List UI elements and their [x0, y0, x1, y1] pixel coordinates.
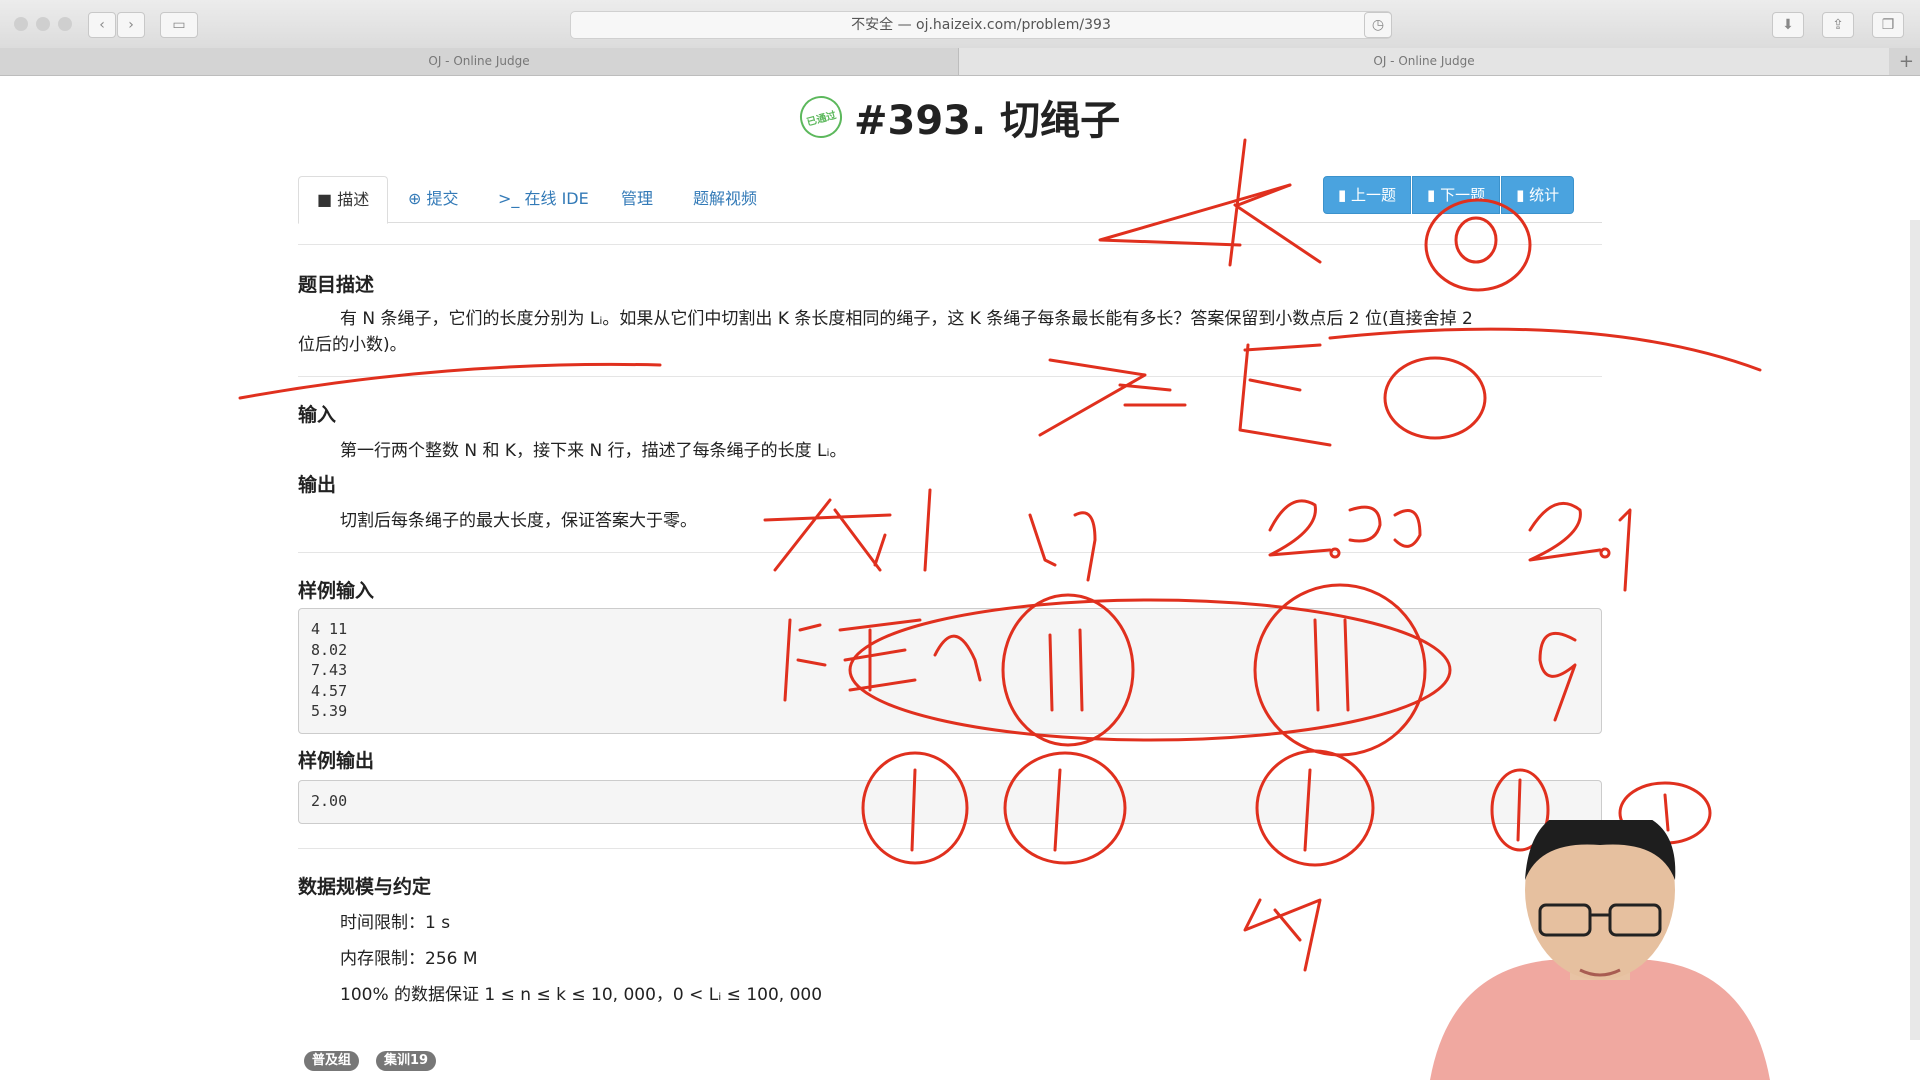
- output-text: 切割后每条绳子的最大长度，保证答案大于零。: [340, 511, 697, 531]
- insecure-label: 不安全 —: [851, 17, 912, 33]
- tab-description[interactable]: ■ 描述: [298, 176, 389, 224]
- tab-manage[interactable]: 管理: [621, 176, 653, 222]
- tab-online-ide[interactable]: >_ 在线 IDE: [498, 176, 589, 222]
- code-line: 4.57: [311, 681, 348, 700]
- scrollbar[interactable]: [1910, 220, 1920, 1040]
- sample-output-block[interactable]: 2.00: [298, 780, 1602, 824]
- tab-submit[interactable]: ⊕ 提交: [408, 176, 459, 222]
- time-limit: 时间限制：1 s: [340, 913, 451, 933]
- browser-toolbar: ‹ › ▭ 不安全 — oj.haizeix.com/problem/393 ↻…: [0, 0, 1920, 49]
- share-icon[interactable]: ⇪: [1822, 12, 1854, 38]
- zoom-window-icon[interactable]: [58, 17, 72, 31]
- description-line-1: 有 N 条绳子，它们的长度分别为 Lᵢ。如果从它们中切割出 K 条长度相同的绳子…: [340, 309, 1473, 329]
- divider: [298, 244, 1602, 245]
- divider: [298, 848, 1602, 849]
- divider: [298, 376, 1602, 377]
- download-icon[interactable]: ⬇: [1772, 12, 1804, 38]
- browser-tab-2[interactable]: OJ - Online Judge: [959, 48, 1889, 75]
- bar-chart-icon: ▮: [1427, 186, 1441, 204]
- url-text: oj.haizeix.com/problem/393: [916, 17, 1111, 33]
- tab-solution-video[interactable]: 题解视频: [693, 176, 757, 222]
- presenter-video: [1430, 820, 1770, 1080]
- divider: [298, 552, 1602, 553]
- input-text: 第一行两个整数 N 和 K，接下来 N 行，描述了每条绳子的长度 Lᵢ。: [340, 441, 847, 461]
- sidebar-icon[interactable]: ▭: [160, 12, 198, 38]
- address-bar[interactable]: 不安全 — oj.haizeix.com/problem/393 ↻: [570, 11, 1392, 39]
- code-line: 7.43: [311, 661, 348, 679]
- terminal-icon: >_: [498, 189, 525, 208]
- output-heading: 输出: [298, 474, 337, 496]
- close-window-icon[interactable]: [14, 17, 28, 31]
- history-icon[interactable]: ◷: [1364, 12, 1392, 38]
- solved-badge: 已通过: [795, 91, 847, 143]
- book-icon: ■: [317, 190, 338, 209]
- code-line: 8.02: [311, 640, 348, 659]
- sample-output-heading: 样例输出: [298, 750, 375, 772]
- tag-training[interactable]: 集训19: [376, 1051, 437, 1071]
- tag-popularization[interactable]: 普及组: [304, 1051, 360, 1071]
- description-heading: 题目描述: [298, 274, 375, 296]
- problem-nav-buttons: ▮ 上一题 ▮ 下一题 ▮ 统计: [1322, 176, 1575, 214]
- statistics-button[interactable]: ▮ 统计: [1501, 176, 1575, 214]
- code-line: 2.00: [311, 792, 348, 810]
- minimize-window-icon[interactable]: [36, 17, 50, 31]
- upload-icon: ⊕: [408, 189, 427, 208]
- data-range: 100% 的数据保证 1 ≤ n ≤ k ≤ 10, 000，0 < Lᵢ ≤ …: [340, 985, 823, 1005]
- description-line-2: 位后的小数)。: [298, 335, 407, 355]
- prev-problem-button[interactable]: ▮ 上一题: [1323, 176, 1412, 214]
- next-problem-button[interactable]: ▮ 下一题: [1412, 176, 1501, 214]
- problem-title: #393. 切绳子: [854, 98, 1121, 144]
- bar-chart-icon: ▮: [1338, 186, 1352, 204]
- code-line: 4 11: [311, 620, 348, 638]
- browser-tabbar: OJ - Online Judge OJ - Online Judge +: [0, 48, 1920, 76]
- new-tab-icon[interactable]: +: [1899, 48, 1914, 75]
- code-line: 5.39: [311, 702, 348, 720]
- forward-arrow-icon[interactable]: ›: [117, 12, 145, 38]
- limits-heading: 数据规模与约定: [298, 876, 432, 898]
- bar-chart-icon: ▮: [1516, 186, 1530, 204]
- back-arrow-icon[interactable]: ‹: [88, 12, 116, 38]
- sample-input-block[interactable]: 4 11 8.02 7.43 4.57 5.39: [298, 608, 1602, 734]
- input-heading: 输入: [298, 404, 337, 426]
- sample-input-heading: 样例输入: [298, 580, 375, 602]
- memory-limit: 内存限制：256 M: [340, 949, 478, 969]
- page-title: 已通过 #393. 切绳子: [795, 91, 1120, 144]
- tabs-overview-icon[interactable]: ❐: [1872, 12, 1904, 38]
- browser-tab-1[interactable]: OJ - Online Judge: [0, 48, 959, 75]
